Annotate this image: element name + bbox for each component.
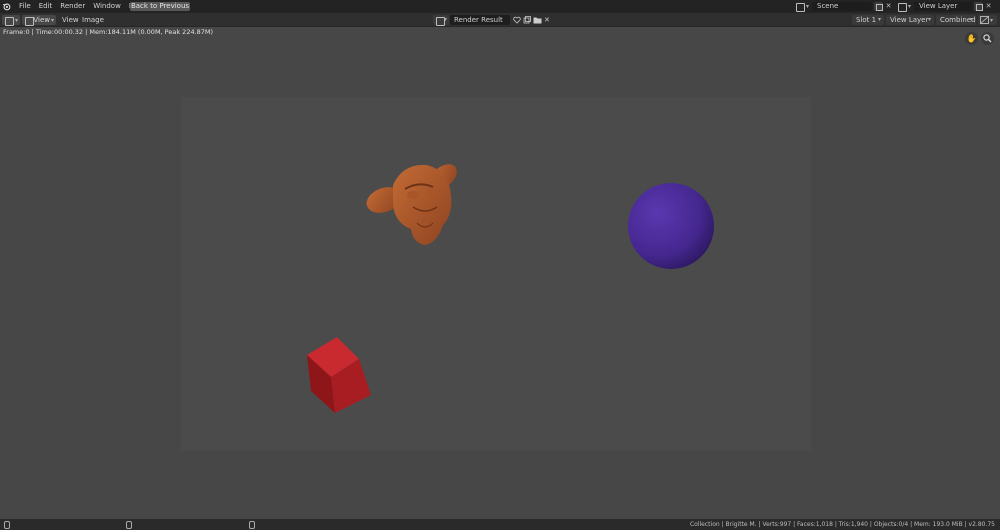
- close-icon[interactable]: ✕: [544, 15, 550, 25]
- slot-label: Slot 1: [856, 16, 877, 24]
- scene-icon[interactable]: [795, 2, 805, 12]
- chevron-down-icon: ▾: [908, 3, 912, 10]
- back-to-previous-button[interactable]: Back to Previous: [130, 2, 190, 11]
- mouse-icon: [4, 521, 10, 529]
- view-layer-selector: ▾ View Layer ✕: [897, 1, 993, 12]
- chevron-down-icon: ▾: [50, 16, 54, 24]
- view-layer-field[interactable]: View Layer: [914, 2, 973, 11]
- zoom-icon[interactable]: [981, 32, 994, 45]
- main-menu: File Edit Render Window Help: [15, 2, 149, 11]
- chevron-down-icon: ▾: [990, 16, 994, 24]
- scene-field[interactable]: Scene: [812, 2, 873, 11]
- pass-dropdown[interactable]: Combined ▾: [936, 15, 976, 25]
- menu-file[interactable]: File: [15, 2, 35, 11]
- fake-user-icon[interactable]: [513, 16, 521, 24]
- menu-edit[interactable]: Edit: [35, 2, 57, 11]
- chevron-down-icon: ▾: [969, 16, 973, 23]
- mouse-icon: [126, 521, 132, 529]
- view-layer-icon[interactable]: [897, 2, 907, 12]
- chevron-down-icon: ▾: [927, 16, 931, 23]
- layer-label: View Layer: [890, 16, 929, 24]
- chevron-down-icon: ▾: [877, 16, 881, 23]
- close-scene-icon[interactable]: ✕: [884, 2, 893, 11]
- image-editor-header: ▾ View ▾ View Image ▾ Render Result ✕ Sl…: [0, 13, 1000, 27]
- view-mode-label: View: [33, 16, 50, 24]
- render-info-text: Frame:0 | Time:00:00.32 | Mem:184.11M (0…: [3, 28, 214, 36]
- open-icon[interactable]: [533, 16, 542, 24]
- menu-window[interactable]: Window: [89, 2, 125, 11]
- scene-statistics: Collection | Brigitte M. | Verts:997 | F…: [689, 521, 995, 528]
- scene-selector: ▾ Scene ✕: [795, 1, 893, 12]
- chevron-down-icon: ▾: [14, 16, 18, 24]
- blender-logo-icon[interactable]: [2, 1, 11, 12]
- monkey-object: [366, 164, 457, 245]
- hand-icon[interactable]: ✋: [965, 32, 978, 45]
- status-bar: Collection | Brigitte M. | Verts:997 | F…: [0, 519, 1000, 530]
- mouse-icon: [249, 521, 255, 529]
- chevron-down-icon: ▾: [806, 3, 810, 10]
- cube-object: [307, 337, 371, 413]
- display-channels-icon: [980, 16, 989, 24]
- chevron-down-icon: ▾: [444, 16, 448, 23]
- menu-image[interactable]: Image: [82, 15, 104, 25]
- close-view-layer-icon[interactable]: ✕: [984, 2, 993, 11]
- render-result-image[interactable]: [181, 97, 811, 451]
- view-icon: [24, 16, 35, 26]
- slot-dropdown[interactable]: Slot 1 ▾: [852, 15, 884, 25]
- layer-dropdown[interactable]: View Layer ▾: [886, 15, 934, 25]
- menu-view[interactable]: View: [62, 15, 79, 25]
- display-channels-button[interactable]: ▾: [978, 15, 997, 25]
- image-editor-icon: [4, 16, 14, 26]
- new-scene-icon[interactable]: [874, 2, 884, 11]
- sphere-object: [628, 183, 714, 269]
- top-menu-bar: File Edit Render Window Help Back to Pre…: [0, 0, 1000, 13]
- menu-render[interactable]: Render: [56, 2, 89, 11]
- duplicate-icon[interactable]: [523, 16, 531, 24]
- view-mode-dropdown[interactable]: View ▾: [22, 15, 56, 26]
- editor-type-button[interactable]: ▾: [2, 15, 20, 26]
- new-view-layer-icon[interactable]: [974, 2, 984, 11]
- image-name-field[interactable]: Render Result: [450, 15, 510, 25]
